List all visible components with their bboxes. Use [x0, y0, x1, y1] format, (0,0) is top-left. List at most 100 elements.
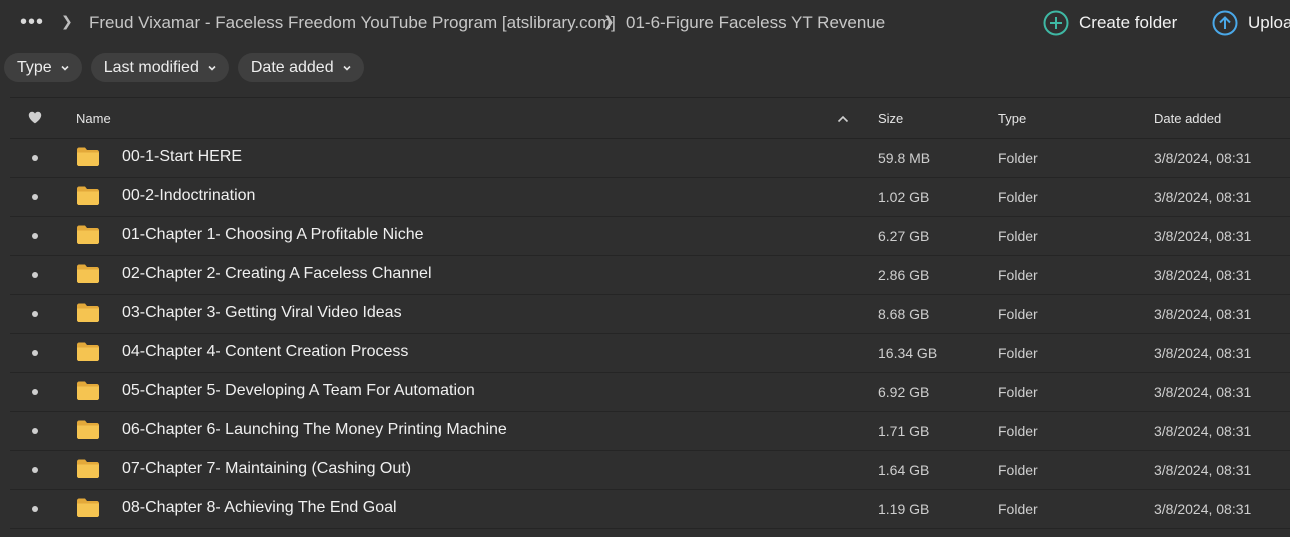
more-breadcrumbs-button[interactable]: •••	[20, 12, 44, 32]
table-row[interactable]: 07-Chapter 7- Maintaining (Cashing Out) 1…	[10, 451, 1290, 490]
chevron-right-icon: ❯	[603, 13, 615, 29]
file-type: Folder	[998, 501, 1038, 517]
file-size: 1.71 GB	[878, 423, 930, 439]
table-header: Name Size Type Date added	[10, 97, 1290, 139]
heart-icon[interactable]	[28, 111, 42, 124]
table-row[interactable]: 00-2-Indoctrination 1.02 GB Folder 3/8/2024…	[10, 178, 1290, 217]
file-name[interactable]: 00-1-Start HERE	[122, 148, 242, 166]
chevron-right-icon: ❯	[61, 13, 73, 29]
table-body: 00-1-Start HERE 59.8 MB Folder 3/8/2024, 08…	[10, 139, 1290, 529]
row-status-dot	[32, 506, 38, 512]
row-status-dot	[32, 233, 38, 239]
file-date-added: 3/8/2024, 08:31	[1154, 189, 1252, 205]
upload-label: Upload	[1248, 13, 1290, 32]
file-date-added: 3/8/2024, 08:31	[1154, 228, 1252, 244]
row-status-dot	[32, 311, 38, 317]
file-size: 1.19 GB	[878, 501, 930, 517]
file-date-added: 3/8/2024, 08:31	[1154, 423, 1252, 439]
chevron-down-icon	[343, 65, 351, 71]
filter-label: Date added	[250, 58, 334, 76]
file-date-added: 3/8/2024, 08:31	[1154, 267, 1252, 283]
column-header-date-added[interactable]: Date added	[1154, 111, 1221, 126]
row-status-dot	[32, 428, 38, 434]
file-date-added: 3/8/2024, 08:31	[1154, 150, 1252, 166]
row-status-dot	[32, 389, 38, 395]
filter-bar: Type Last modified Date added	[4, 53, 364, 82]
create-folder-button[interactable]: Create folder	[1043, 10, 1177, 36]
file-type: Folder	[998, 267, 1038, 283]
breadcrumb-current[interactable]: 01-6-Figure Faceless YT Revenue	[626, 13, 885, 33]
row-status-dot	[32, 467, 38, 473]
file-size: 6.27 GB	[878, 228, 930, 244]
table-row[interactable]: 01-Chapter 1- Choosing A Profitable Nich…	[10, 217, 1290, 256]
file-size: 8.68 GB	[878, 306, 930, 322]
column-header-type[interactable]: Type	[998, 111, 1026, 126]
top-bar: ••• ❯ Freud Vixamar - Faceless Freedom Y…	[0, 0, 1290, 46]
file-type: Folder	[998, 384, 1038, 400]
create-folder-label: Create folder	[1079, 13, 1178, 32]
file-name[interactable]: 05-Chapter 5- Developing A Team For Auto…	[122, 382, 475, 400]
folder-icon	[77, 186, 99, 205]
folder-icon	[77, 381, 99, 400]
table-row[interactable]: 02-Chapter 2- Creating A Faceless Channe…	[10, 256, 1290, 295]
upload-button[interactable]: Upload	[1212, 10, 1290, 36]
file-type: Folder	[998, 345, 1038, 361]
file-size: 1.64 GB	[878, 462, 930, 478]
file-type: Folder	[998, 462, 1038, 478]
file-table: Name Size Type Date added 00-1-Start HER…	[10, 97, 1290, 529]
file-name[interactable]: 00-2-Indoctrination	[122, 187, 255, 205]
plus-circle-icon	[1043, 10, 1069, 36]
filter-label: Last modified	[103, 58, 199, 76]
table-row[interactable]: 03-Chapter 3- Getting Viral Video Ideas 8…	[10, 295, 1290, 334]
row-status-dot	[32, 194, 38, 200]
breadcrumb-item[interactable]: Freud Vixamar - Faceless Freedom YouTube…	[89, 13, 616, 33]
table-row[interactable]: 05-Chapter 5- Developing A Team For Auto…	[10, 373, 1290, 412]
file-size: 1.02 GB	[878, 189, 930, 205]
filter-type[interactable]: Type	[4, 53, 82, 82]
file-name[interactable]: 01-Chapter 1- Choosing A Profitable Nich…	[122, 226, 424, 244]
file-type: Folder	[998, 423, 1038, 439]
file-type: Folder	[998, 189, 1038, 205]
file-date-added: 3/8/2024, 08:31	[1154, 306, 1252, 322]
file-name[interactable]: 02-Chapter 2- Creating A Faceless Channe…	[122, 265, 432, 283]
table-row[interactable]: 00-1-Start HERE 59.8 MB Folder 3/8/2024, 08…	[10, 139, 1290, 178]
sort-ascending-icon[interactable]	[837, 115, 849, 123]
folder-icon	[77, 264, 99, 283]
folder-icon	[77, 459, 99, 478]
file-type: Folder	[998, 150, 1038, 166]
filter-last-modified[interactable]: Last modified	[90, 53, 229, 82]
file-name[interactable]: 03-Chapter 3- Getting Viral Video Ideas	[122, 304, 402, 322]
column-header-name[interactable]: Name	[76, 111, 111, 126]
file-name[interactable]: 08-Chapter 8- Achieving The End Goal	[122, 499, 397, 517]
file-size: 2.86 GB	[878, 267, 930, 283]
row-status-dot	[32, 350, 38, 356]
folder-icon	[77, 303, 99, 322]
folder-icon	[77, 420, 99, 439]
upload-arrow-icon	[1212, 10, 1238, 36]
filter-label: Type	[17, 58, 52, 76]
file-type: Folder	[998, 228, 1038, 244]
table-row[interactable]: 04-Chapter 4- Content Creation Process 16…	[10, 334, 1290, 373]
file-date-added: 3/8/2024, 08:31	[1154, 345, 1252, 361]
file-name[interactable]: 06-Chapter 6- Launching The Money Printi…	[122, 421, 507, 439]
file-date-added: 3/8/2024, 08:31	[1154, 384, 1252, 400]
file-date-added: 3/8/2024, 08:31	[1154, 462, 1252, 478]
file-size: 6.92 GB	[878, 384, 930, 400]
folder-icon	[77, 342, 99, 361]
file-size: 16.34 GB	[878, 345, 938, 361]
file-type: Folder	[998, 306, 1038, 322]
file-name[interactable]: 04-Chapter 4- Content Creation Process	[122, 343, 408, 361]
column-header-size[interactable]: Size	[878, 111, 903, 126]
folder-icon	[77, 498, 99, 517]
folder-icon	[77, 225, 99, 244]
row-status-dot	[32, 155, 38, 161]
file-size: 59.8 MB	[878, 150, 931, 166]
filter-date-added[interactable]: Date added	[237, 53, 364, 82]
table-row[interactable]: 06-Chapter 6- Launching The Money Printi…	[10, 412, 1290, 451]
table-row[interactable]: 08-Chapter 8- Achieving The End Goal 1.19…	[10, 490, 1290, 529]
file-date-added: 3/8/2024, 08:31	[1154, 501, 1252, 517]
chevron-down-icon	[208, 65, 216, 71]
file-name[interactable]: 07-Chapter 7- Maintaining (Cashing Out)	[122, 460, 411, 478]
row-status-dot	[32, 272, 38, 278]
folder-icon	[77, 147, 99, 166]
